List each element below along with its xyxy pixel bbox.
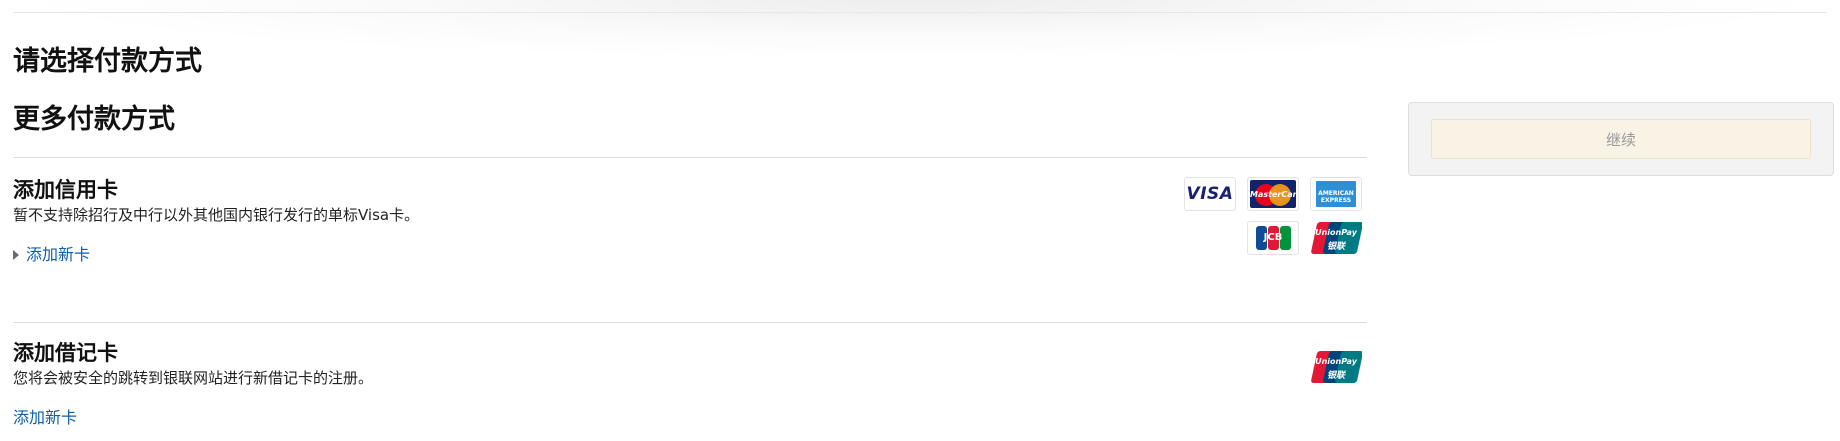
unionpay-logo: UnionPay 银联: [1310, 221, 1362, 255]
visa-label: VISA: [1186, 184, 1234, 204]
credit-card-title: 添加信用卡: [13, 178, 118, 202]
unionpay-label: UnionPay: [1315, 228, 1357, 237]
jcb-logo: JCB: [1247, 221, 1299, 255]
debit-card-title: 添加借记卡: [13, 341, 118, 365]
section-divider: [13, 157, 1367, 158]
unionpay-label: UnionPay: [1315, 357, 1357, 366]
mastercard-label: MasterCard: [1250, 190, 1299, 199]
amex-label: AMERICAN EXPRESS: [1318, 190, 1354, 204]
jcb-label: JCB: [1263, 232, 1283, 243]
unionpay-sublabel: 银联: [1326, 371, 1345, 381]
continue-button[interactable]: 继续: [1431, 119, 1811, 159]
section-title: 更多付款方式: [13, 104, 175, 135]
page-title: 请选择付款方式: [13, 46, 202, 77]
mastercard-logo: MasterCard: [1247, 177, 1299, 211]
header-shadow: [0, 0, 1840, 60]
option-divider: [13, 322, 1367, 323]
add-credit-card-link[interactable]: 添加新卡: [26, 244, 90, 266]
amex-logo: AMERICAN EXPRESS: [1310, 177, 1362, 211]
header-divider: [14, 12, 1826, 13]
unionpay-sublabel: 银联: [1326, 242, 1345, 252]
credit-card-description: 暂不支持除招行及中行以外其他国内银行发行的单标Visa卡。: [13, 206, 420, 224]
expand-caret-icon[interactable]: [13, 250, 19, 260]
unionpay-logo: UnionPay 银联: [1310, 350, 1362, 384]
debit-card-description: 您将会被安全的跳转到银联网站进行新借记卡的注册。: [13, 369, 374, 387]
visa-logo: VISA: [1184, 177, 1236, 211]
checkout-side-panel: 继续: [1408, 102, 1834, 176]
add-debit-card-link[interactable]: 添加新卡: [13, 407, 77, 429]
